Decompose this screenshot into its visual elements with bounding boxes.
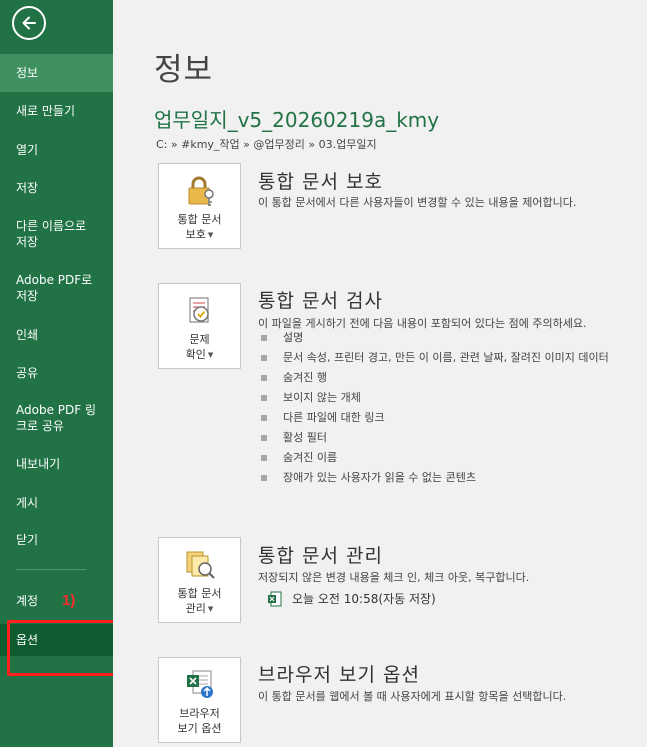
backstage-sidebar: 정보 새로 만들기 열기 저장 다른 이름으로 저장 Adobe PDF로 저장… [0,0,123,747]
list-item: 문서 속성, 프린터 경고, 만든 이 이름, 관련 날짜, 잘려진 이미지 데… [261,351,647,364]
browser-view-options-button[interactable]: 브라우저 보기 옵션 [158,657,241,743]
protect-workbook-title: 통합 문서 보호 [258,171,383,193]
nav-export-label: 내보내기 [16,457,61,471]
excel-file-icon [268,591,282,606]
list-item: 설명 [261,331,647,344]
list-item: 보이지 않는 개체 [261,391,647,404]
nav-save-adobe-pdf-label: Adobe PDF로 저장 [16,273,93,303]
manage-workbook-icon [186,551,215,579]
nav-open[interactable]: 열기 [0,131,113,169]
manage-workbook-label-2: 관리 [185,602,206,615]
list-item: 숨겨진 이름 [261,451,647,464]
nav-new[interactable]: 새로 만들기 [0,92,113,130]
nav-share[interactable]: 공유 [0,354,113,392]
nav-account[interactable]: 계정 [0,582,113,620]
nav-save-label: 저장 [16,181,39,195]
nav-info[interactable]: 정보 [0,54,113,92]
nav-close-label: 닫기 [16,533,39,547]
file-path-breadcrumb[interactable]: C: » #kmy_작업 » @업무정리 » 03.업무일지 [156,136,377,152]
inspect-document-icon [188,297,209,323]
check-for-issues-label-1: 문제 [189,333,210,346]
protect-workbook-label-1: 통합 문서 [177,213,222,226]
page-title: 정보 [154,52,214,88]
autosave-label: 오늘 오전 10:58(자동 저장) [292,592,436,606]
browser-view-options-title: 브라우저 보기 옵션 [258,664,420,686]
manage-workbook-label-1: 통합 문서 [177,587,222,600]
protect-workbook-button[interactable]: 통합 문서 보호 ▼ [158,163,241,249]
nav-save-as-label: 다른 이름으로 저장 [16,219,87,249]
check-for-issues-label-2: 확인 [185,348,206,361]
annotation-number: 1) [62,592,76,609]
manage-workbook-title: 통합 문서 관리 [258,545,383,567]
nav-divider [16,569,86,570]
list-item: 활성 필터 [261,431,647,444]
browser-view-icon [186,670,213,698]
arrow-left-icon [22,16,36,30]
nav-share-label: 공유 [16,366,39,380]
info-pane: 정보 업무일지_v5_20260219a_kmy C: » #kmy_작업 » … [113,0,647,747]
protect-workbook-label-2: 보호 [185,228,206,241]
nav-info-label: 정보 [16,66,39,80]
caret-down-icon: ▼ [207,350,214,359]
list-item: 숨겨진 행 [261,371,647,384]
nav-publish[interactable]: 게시 [0,484,113,522]
browser-view-options-label-1: 브라우저 [179,707,220,720]
nav-save-as[interactable]: 다른 이름으로 저장 [0,212,113,256]
nav-save-adobe-pdf[interactable]: Adobe PDF로 저장 [0,266,113,310]
nav-open-label: 열기 [16,143,39,157]
browser-view-options-label-2: 보기 옵션 [177,722,222,735]
nav-publish-label: 게시 [16,496,39,510]
protect-workbook-description: 이 통합 문서에서 다른 사용자들이 변경할 수 있는 내용을 제어합니다. [258,196,577,209]
nav-save[interactable]: 저장 [0,169,113,207]
nav-new-label: 새로 만들기 [16,104,76,118]
inspect-workbook-title: 통합 문서 검사 [258,290,383,312]
nav-print-label: 인쇄 [16,328,39,342]
nav-options[interactable]: 옵션 [0,624,113,656]
nav-export[interactable]: 내보내기 [0,445,113,483]
check-for-issues-button[interactable]: 문제 확인 ▼ [158,283,241,369]
browser-view-options-description: 이 통합 문서를 웹에서 볼 때 사용자에게 표시할 항목을 선택합니다. [258,690,567,703]
back-button[interactable] [12,6,46,40]
list-item: 다른 파일에 대한 링크 [261,411,647,424]
manage-workbook-description: 저장되지 않은 변경 내용을 체크 인, 체크 아웃, 복구합니다. [258,571,530,584]
nav-account-label: 계정 [16,594,39,608]
caret-down-icon: ▼ [207,230,214,239]
file-name: 업무일지_v5_20260219a_kmy [154,108,440,132]
inspect-items-list: 설명 문서 속성, 프린터 경고, 만든 이 이름, 관련 날짜, 잘려진 이미… [261,331,647,491]
manage-workbook-button[interactable]: 통합 문서 관리 ▼ [158,537,241,623]
lock-key-icon [188,176,214,206]
list-item: 장애가 있는 사용자가 읽을 수 없는 콘텐츠 [261,471,647,484]
nav-close[interactable]: 닫기 [0,521,113,559]
inspect-workbook-description: 이 파일을 게시하기 전에 다음 내용이 포함되어 있다는 점에 주의하세요. [258,317,587,330]
nav-print[interactable]: 인쇄 [0,316,113,354]
autosave-version[interactable]: 오늘 오전 10:58(자동 저장) [268,590,436,607]
nav-options-label: 옵션 [16,633,39,647]
caret-down-icon: ▼ [207,604,214,613]
